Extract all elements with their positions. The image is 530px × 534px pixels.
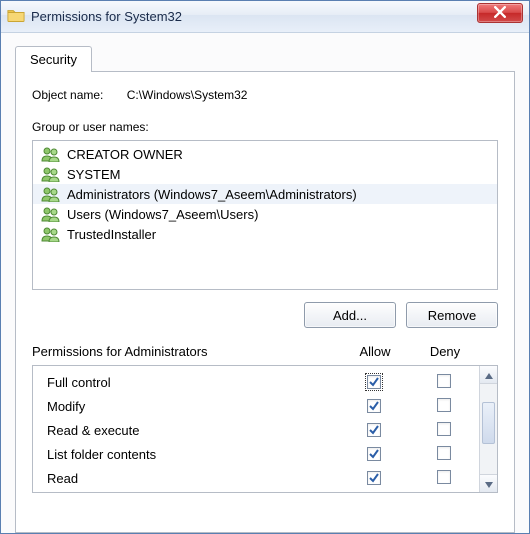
add-button[interactable]: Add... [304, 302, 396, 328]
allow-cell [339, 399, 409, 414]
security-panel: Object name: C:\Windows\System32 Group o… [15, 71, 515, 533]
group-icon [41, 146, 61, 162]
deny-checkbox[interactable] [437, 422, 451, 436]
group-users-label: Group or user names: [32, 120, 498, 134]
scroll-thumb[interactable] [482, 402, 495, 444]
principal-row[interactable]: Administrators (Windows7_Aseem\Administr… [33, 184, 497, 204]
group-icon [41, 206, 61, 222]
permission-row: Modify [33, 394, 479, 418]
object-name-row: Object name: C:\Windows\System32 [32, 88, 498, 102]
allow-cell [339, 447, 409, 462]
close-icon [494, 6, 506, 21]
allow-cell [339, 423, 409, 438]
allow-checkbox[interactable] [367, 447, 381, 461]
column-allow-header: Allow [340, 344, 410, 359]
column-deny-header: Deny [410, 344, 480, 359]
permissions-listbox: Full control Modify Read & execute List fol… [32, 365, 498, 493]
chevron-up-icon [485, 368, 493, 382]
deny-checkbox[interactable] [437, 470, 451, 484]
principals-listbox[interactable]: CREATOR OWNER SYSTEM Administrators (Win… [32, 140, 498, 290]
principal-name: CREATOR OWNER [67, 147, 183, 162]
permissions-dialog: Permissions for System32 Security Object… [0, 0, 530, 534]
close-button[interactable] [477, 3, 523, 23]
permission-row: List folder contents [33, 442, 479, 466]
allow-cell [339, 471, 409, 486]
deny-checkbox[interactable] [437, 446, 451, 460]
window-title: Permissions for System32 [31, 9, 182, 24]
permission-name: Full control [33, 375, 339, 390]
titlebar[interactable]: Permissions for System32 [1, 1, 529, 33]
group-icon [41, 186, 61, 202]
scroll-down-button[interactable] [480, 474, 497, 492]
group-icon [41, 166, 61, 182]
permission-name: Read & execute [33, 423, 339, 438]
allow-checkbox[interactable] [367, 471, 381, 485]
permission-row: Read [33, 466, 479, 490]
permission-name: List folder contents [33, 447, 339, 462]
principal-row[interactable]: SYSTEM [33, 164, 497, 184]
permission-name: Read [33, 471, 339, 486]
permissions-header: Permissions for Administrators Allow Den… [32, 344, 498, 359]
allow-checkbox[interactable] [367, 423, 381, 437]
permission-row: Full control [33, 370, 479, 394]
deny-checkbox[interactable] [437, 374, 451, 388]
principal-row[interactable]: CREATOR OWNER [33, 144, 497, 164]
deny-checkbox[interactable] [437, 398, 451, 412]
principal-buttons: Add... Remove [32, 302, 498, 328]
principal-name: Administrators (Windows7_Aseem\Administr… [67, 187, 357, 202]
permissions-scroll-area[interactable]: Full control Modify Read & execute List fol… [33, 366, 479, 492]
principal-row[interactable]: TrustedInstaller [33, 224, 497, 244]
object-name-value: C:\Windows\System32 [127, 88, 248, 102]
principal-name: TrustedInstaller [67, 227, 156, 242]
deny-cell [409, 398, 479, 415]
scroll-track[interactable] [480, 384, 497, 474]
allow-cell [339, 375, 409, 390]
deny-cell [409, 446, 479, 463]
allow-checkbox[interactable] [367, 375, 381, 389]
tabstrip: Security [15, 45, 515, 71]
principal-name: SYSTEM [67, 167, 120, 182]
scroll-up-button[interactable] [480, 366, 497, 384]
deny-cell [409, 374, 479, 391]
permission-row: Read & execute [33, 418, 479, 442]
tab-security[interactable]: Security [15, 46, 92, 72]
principal-name: Users (Windows7_Aseem\Users) [67, 207, 258, 222]
client-area: Security Object name: C:\Windows\System3… [1, 33, 529, 533]
remove-button[interactable]: Remove [406, 302, 498, 328]
group-icon [41, 226, 61, 242]
object-name-label: Object name: [32, 88, 103, 102]
deny-cell [409, 470, 479, 487]
folder-icon [7, 8, 25, 26]
permissions-for-label: Permissions for Administrators [32, 344, 340, 359]
chevron-down-icon [485, 477, 493, 491]
scrollbar[interactable] [479, 366, 497, 492]
deny-cell [409, 422, 479, 439]
permission-name: Modify [33, 399, 339, 414]
principal-row[interactable]: Users (Windows7_Aseem\Users) [33, 204, 497, 224]
allow-checkbox[interactable] [367, 399, 381, 413]
